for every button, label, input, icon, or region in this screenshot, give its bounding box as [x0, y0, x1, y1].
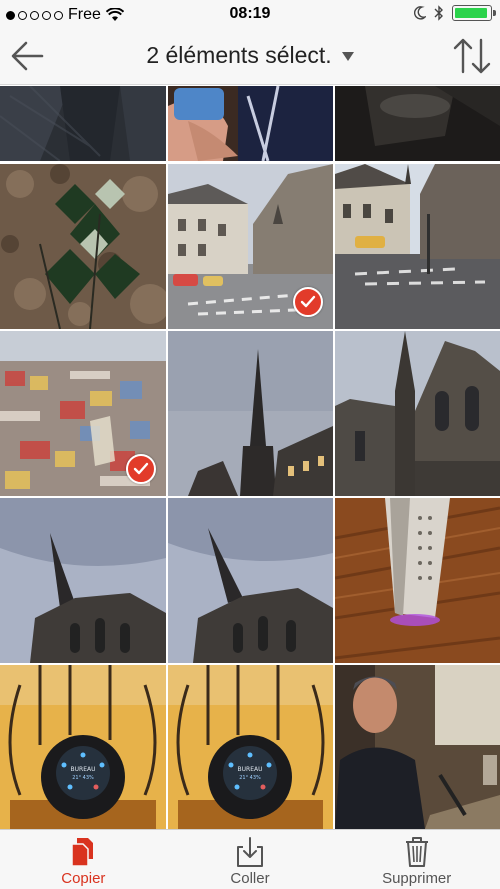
caret-down-icon: [341, 52, 354, 61]
paste-label: Coller: [230, 870, 270, 887]
photo-image: [335, 86, 500, 161]
photo-thumbnail[interactable]: BUREAU 21° 43%: [168, 665, 333, 829]
action-toolbar: Copier Coller Supprimer: [0, 829, 500, 889]
copy-documents-icon: [71, 838, 94, 867]
copy-button[interactable]: Copier: [0, 830, 167, 889]
photo-image: BUREAU 21° 43%: [168, 665, 333, 829]
photo-thumbnail[interactable]: BUREAU 21° 43%: [0, 665, 166, 829]
status-right: [414, 5, 496, 21]
photo-image: BUREAU 21° 43%: [0, 665, 166, 829]
page-title: 2 éléments sélect.: [146, 42, 332, 68]
photo-image: [168, 86, 333, 161]
thermostat-reading: 21° 43%: [72, 775, 94, 781]
photo-thumbnail[interactable]: [0, 164, 166, 329]
thermostat-reading: 21° 43%: [239, 775, 261, 781]
photo-thumbnail[interactable]: [168, 86, 333, 161]
photo-thumbnail[interactable]: [168, 164, 333, 329]
photo-thumbnail[interactable]: [0, 86, 166, 161]
photo-grid: BUREAU 21° 43% BUREAU 21° 43%: [0, 86, 500, 829]
selection-title-dropdown[interactable]: 2 éléments sélect.: [0, 42, 500, 69]
status-bar: Free 08:19: [0, 0, 500, 28]
delete-button[interactable]: Supprimer: [333, 830, 500, 889]
photo-image: [335, 331, 500, 496]
photo-image: [0, 498, 166, 663]
photo-thumbnail[interactable]: [168, 331, 333, 496]
delete-label: Supprimer: [382, 870, 452, 887]
photo-thumbnail[interactable]: [335, 331, 500, 496]
photo-image: [168, 331, 333, 496]
bluetooth-icon: [434, 5, 443, 21]
photo-image: [0, 86, 166, 161]
thermostat-label: BUREAU: [71, 766, 96, 773]
photo-thumbnail[interactable]: [0, 331, 166, 496]
battery-level: [455, 8, 488, 18]
trash-icon: [405, 837, 428, 867]
photo-thumbnail[interactable]: [335, 86, 500, 161]
photo-image: [335, 498, 500, 663]
photo-thumbnail[interactable]: [335, 665, 500, 829]
photo-thumbnail[interactable]: [335, 164, 500, 329]
sort-arrows-icon[interactable]: [452, 36, 492, 76]
photo-image: [335, 665, 500, 829]
selected-checkmark-icon: [126, 454, 156, 484]
navigation-bar: 2 éléments sélect.: [0, 28, 500, 85]
photo-thumbnail[interactable]: [335, 498, 500, 663]
photo-image: [335, 164, 500, 329]
paste-button[interactable]: Coller: [167, 830, 334, 889]
moon-icon: [414, 6, 426, 20]
photo-thumbnail[interactable]: [0, 498, 166, 663]
photo-image: [168, 498, 333, 663]
photo-thumbnail[interactable]: [168, 498, 333, 663]
battery-icon: [452, 5, 496, 21]
selected-checkmark-icon: [293, 287, 323, 317]
paste-download-icon: [237, 837, 263, 867]
photo-image: [0, 164, 166, 329]
copy-label: Copier: [61, 870, 106, 887]
thermostat-label: BUREAU: [238, 766, 263, 773]
